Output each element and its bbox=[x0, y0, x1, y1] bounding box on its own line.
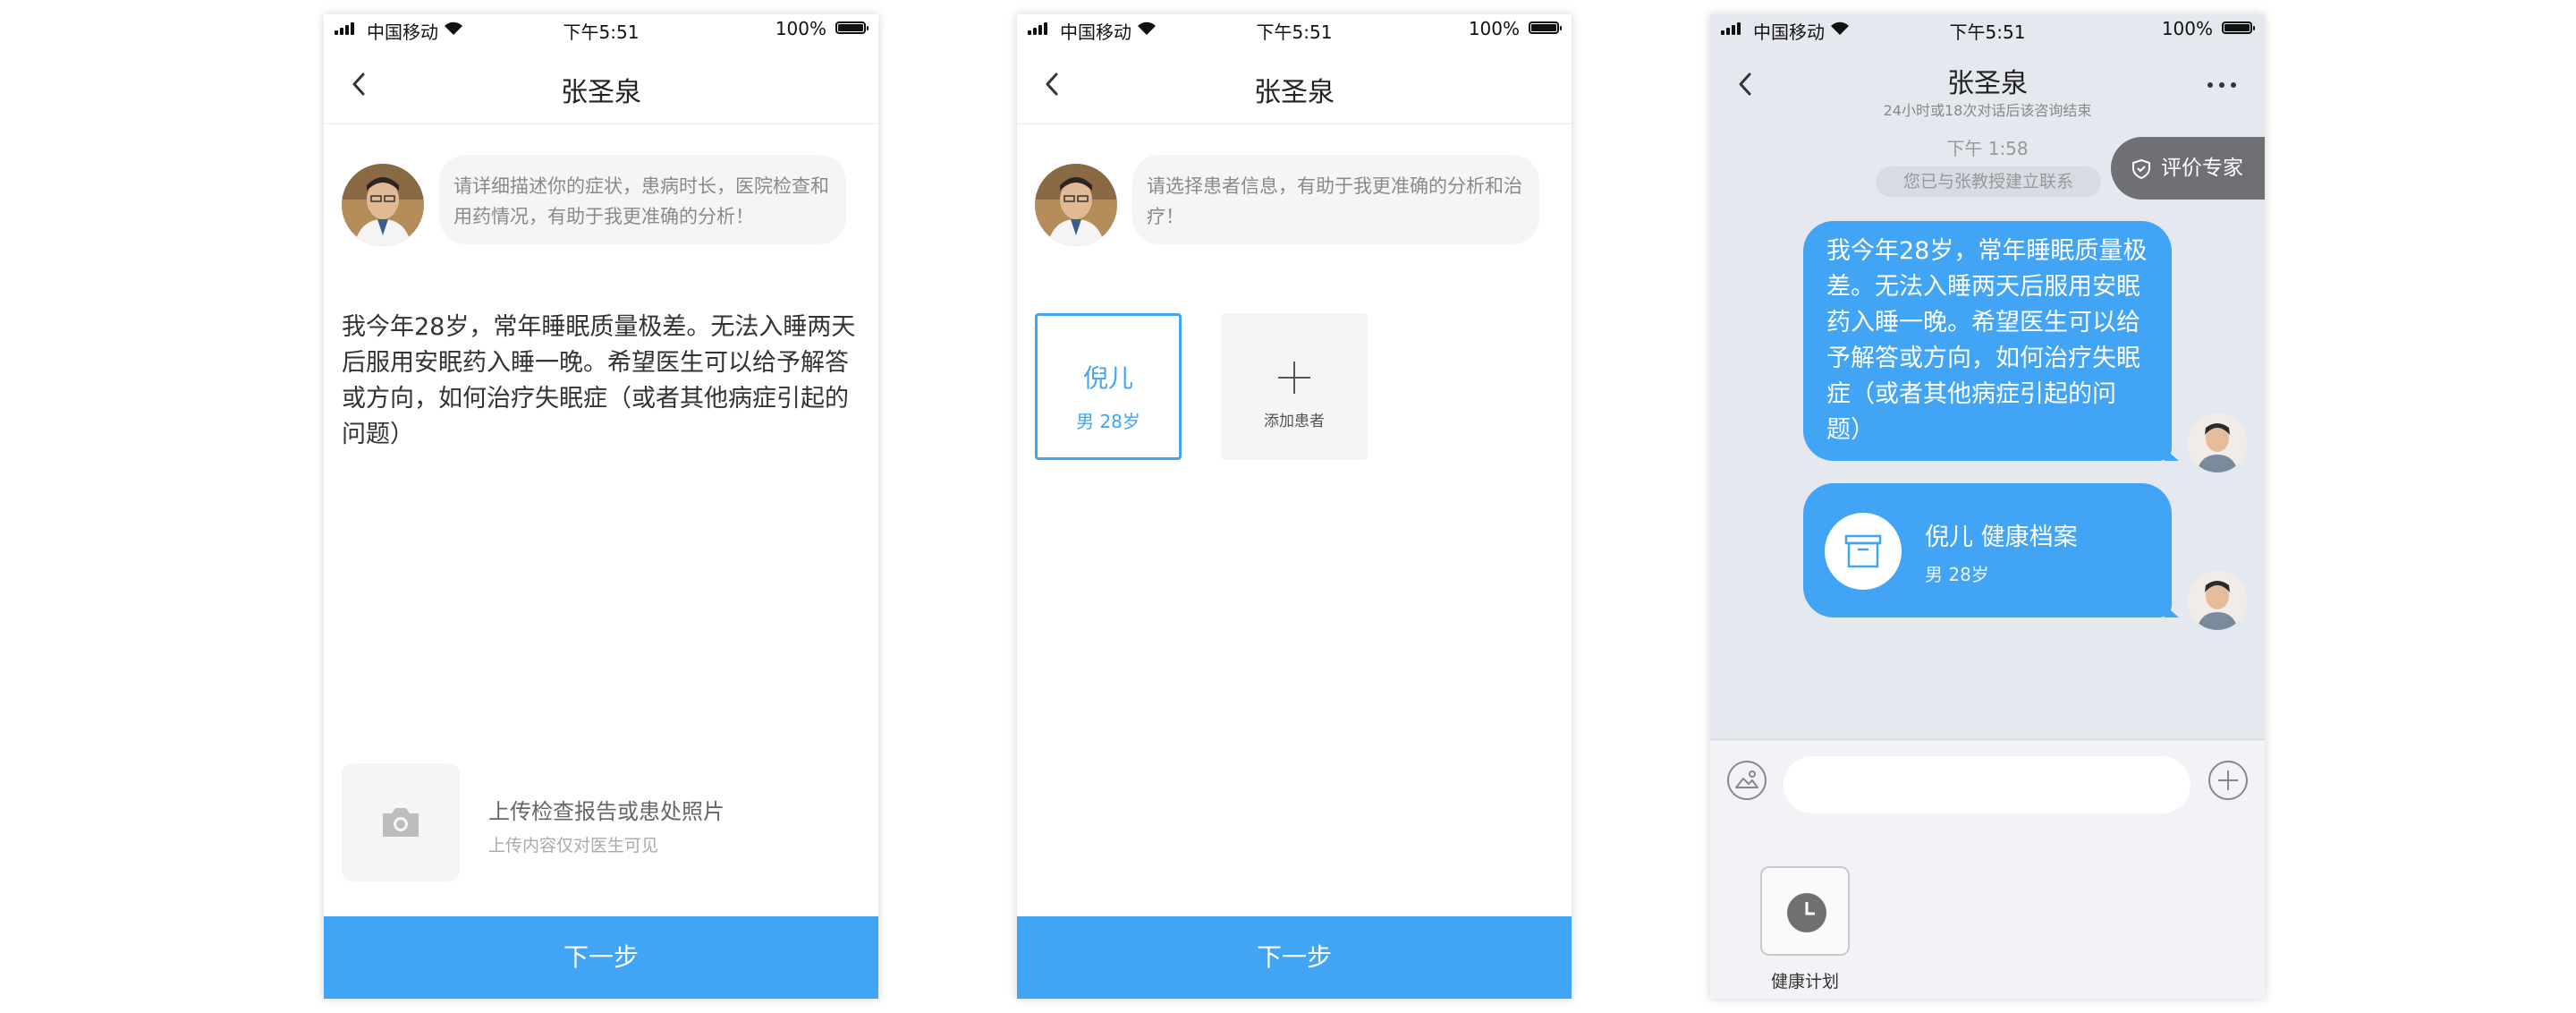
patient-name: 倪儿 bbox=[1082, 363, 1133, 393]
nav-bar: 张圣泉 bbox=[1017, 45, 1572, 124]
status-bar: 中国移动 下午5:51 100% bbox=[324, 14, 878, 45]
avatar bbox=[2188, 413, 2247, 472]
symptom-description-field[interactable]: 我今年28岁，常年睡眠质量极差。无法入睡两天后服用安眠药入睡一晚。希望医生可以给… bbox=[342, 310, 869, 453]
camera-icon bbox=[383, 808, 419, 837]
rate-expert-label: 评价专家 bbox=[2161, 157, 2243, 180]
nav-bar: 张圣泉 bbox=[324, 45, 878, 124]
battery-percent: 100% bbox=[2161, 18, 2213, 39]
patient-info: 男 28岁 bbox=[1076, 411, 1140, 432]
avatar bbox=[2188, 571, 2247, 630]
health-record-card[interactable]: 倪儿 健康档案 男 28岁 bbox=[1803, 483, 2179, 617]
record-title: 倪儿 健康档案 bbox=[1925, 524, 2078, 551]
doctor-avatar bbox=[342, 164, 424, 246]
phone-screen-select-patient: 中国移动 下午5:51 100% 张圣泉 请选择患者信息，有助于我更准确的分析和… bbox=[1017, 14, 1572, 999]
tray-icon-frame bbox=[1760, 866, 1850, 956]
health-plan-label: 健康计划 bbox=[1770, 972, 1839, 992]
page-title: 张圣泉 bbox=[1254, 77, 1335, 108]
battery-icon bbox=[2222, 21, 2255, 34]
upload-title: 上传检查报告或患处照片 bbox=[488, 799, 724, 824]
phone-screen-chat: 中国移动 下午5:51 100% 张圣泉 24小时或18次对话后该咨询结束 下午… bbox=[1710, 14, 2265, 999]
page-title: 张圣泉 bbox=[1947, 68, 2028, 99]
add-patient-label: 添加患者 bbox=[1264, 413, 1325, 430]
status-bar: 中国移动 下午5:51 100% bbox=[1017, 14, 1572, 45]
clock-icon bbox=[1787, 893, 1826, 932]
image-picker-icon[interactable] bbox=[1726, 760, 1767, 801]
plus-icon bbox=[1278, 362, 1310, 394]
page-title: 张圣泉 bbox=[561, 77, 641, 108]
next-step-button[interactable]: 下一步 bbox=[1017, 916, 1572, 999]
phone-screen-describe-symptoms: 中国移动 下午5:51 100% 张圣泉 请详细描述你的症状，患病时长，医院检查… bbox=[324, 14, 878, 999]
more-icon[interactable] bbox=[2207, 81, 2238, 89]
feature-tray: 健康计划 bbox=[1710, 825, 2265, 999]
rate-expert-button[interactable]: 评价专家 bbox=[2111, 137, 2265, 200]
add-patient-button[interactable]: 添加患者 bbox=[1221, 313, 1368, 460]
doctor-prompt-bubble: 请选择患者信息，有助于我更准确的分析和治疗！ bbox=[1132, 155, 1539, 244]
patient-card-selected[interactable]: 倪儿 男 28岁 bbox=[1035, 313, 1182, 460]
chat-input-bar bbox=[1710, 739, 2265, 826]
doctor-avatar bbox=[1035, 164, 1117, 246]
record-info: 男 28岁 bbox=[1925, 564, 1989, 585]
chat-message-bubble: 我今年28岁，常年睡眠质量极差。无法入睡两天后服用安眠药入睡一晚。希望医生可以给… bbox=[1803, 221, 2179, 461]
upload-subtitle: 上传内容仅对医生可见 bbox=[488, 836, 659, 856]
nav-bar: 张圣泉 24小时或18次对话后该咨询结束 bbox=[1710, 45, 2265, 123]
next-step-button[interactable]: 下一步 bbox=[324, 916, 878, 999]
doctor-prompt-bubble: 请详细描述你的症状，患病时长，医院检查和用药情况，有助于我更准确的分析！ bbox=[439, 155, 846, 244]
system-notice: 您已与张教授建立联系 bbox=[1876, 166, 2101, 197]
message-input[interactable] bbox=[1784, 756, 2190, 813]
status-bar: 中国移动 下午5:51 100% bbox=[1710, 14, 2265, 45]
rate-shield-icon bbox=[2132, 158, 2150, 180]
health-plan-button[interactable]: 健康计划 bbox=[1760, 866, 1850, 992]
battery-icon bbox=[1529, 21, 1562, 34]
battery-percent: 100% bbox=[1468, 18, 1520, 39]
battery-percent: 100% bbox=[775, 18, 826, 39]
archive-box-icon bbox=[1825, 513, 1902, 590]
battery-icon bbox=[835, 21, 869, 34]
upload-photo-button[interactable] bbox=[342, 763, 460, 881]
consult-limit-note: 24小时或18次对话后该咨询结束 bbox=[1883, 102, 2092, 119]
add-more-icon[interactable] bbox=[2207, 760, 2249, 801]
